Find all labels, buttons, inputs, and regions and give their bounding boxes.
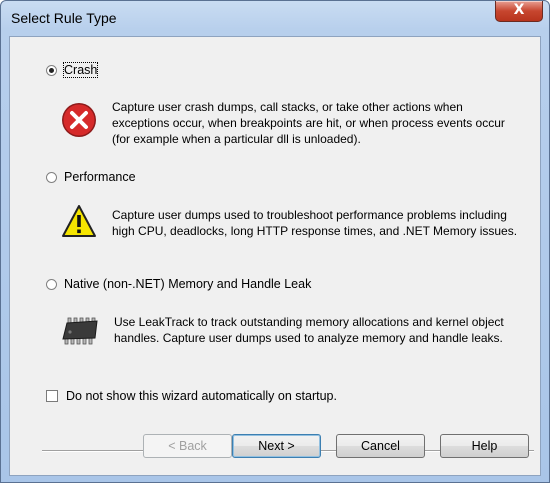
- crash-label[interactable]: Crash: [62, 62, 99, 78]
- title-bar: Select Rule Type X: [1, 1, 549, 35]
- window-title: Select Rule Type: [11, 10, 117, 26]
- close-icon: X: [513, 2, 525, 18]
- radio-crash[interactable]: [46, 65, 57, 76]
- radio-leak[interactable]: [46, 279, 57, 290]
- crash-description: Capture user crash dumps, call stacks, o…: [112, 100, 505, 146]
- chip-icon: [61, 317, 101, 348]
- warning-icon: [61, 204, 97, 241]
- dialog-body: Crash Capture user crash dumps, call sta…: [9, 36, 541, 476]
- radio-performance[interactable]: [46, 172, 57, 183]
- back-button[interactable]: < Back: [143, 434, 232, 458]
- leak-label[interactable]: Native (non-.NET) Memory and Handle Leak: [64, 277, 311, 291]
- error-icon: [61, 102, 97, 141]
- close-button[interactable]: X: [495, 1, 543, 22]
- help-button[interactable]: Help: [440, 434, 529, 458]
- dialog-window: Select Rule Type X Crash Capture user cr…: [0, 0, 550, 483]
- performance-description: Capture user dumps used to troubleshoot …: [112, 208, 518, 238]
- startup-checkbox-label[interactable]: Do not show this wizard automatically on…: [66, 389, 337, 403]
- cancel-button[interactable]: Cancel: [336, 434, 425, 458]
- leak-description: Use LeakTrack to track outstanding memor…: [114, 315, 504, 345]
- performance-label[interactable]: Performance: [64, 170, 136, 184]
- next-button[interactable]: Next >: [232, 434, 321, 458]
- startup-checkbox[interactable]: [46, 390, 58, 402]
